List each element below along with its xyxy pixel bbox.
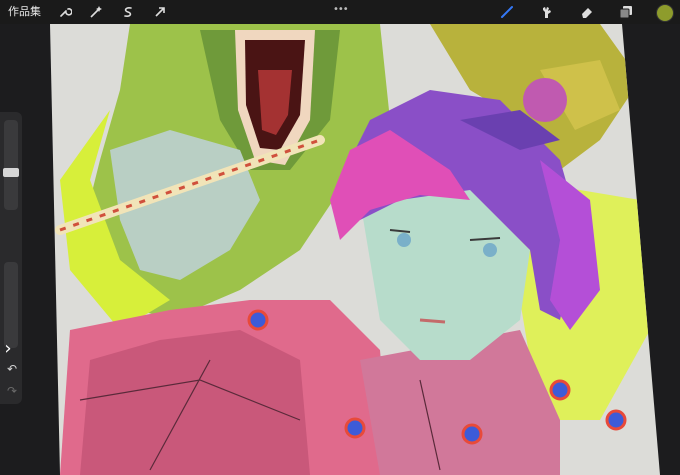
artwork-illustration bbox=[50, 24, 660, 475]
sidebar-toggle-icon[interactable]: › bbox=[0, 336, 16, 362]
transform-arrow-icon[interactable] bbox=[151, 3, 169, 21]
undo-icon[interactable]: ↶ bbox=[5, 362, 19, 376]
gallery-button[interactable]: 作品集 bbox=[8, 5, 41, 19]
brush-icon[interactable] bbox=[498, 3, 516, 21]
more-menu-icon[interactable]: ••• bbox=[333, 4, 349, 15]
magic-wand-icon[interactable] bbox=[87, 3, 105, 21]
redo-icon[interactable]: ↷ bbox=[5, 384, 19, 398]
smudge-icon[interactable] bbox=[538, 3, 556, 21]
brush-sidebar: › ↶ ↷ bbox=[0, 112, 22, 404]
layers-icon[interactable] bbox=[617, 3, 635, 21]
wrench-icon[interactable] bbox=[56, 3, 74, 21]
brush-size-slider[interactable] bbox=[4, 120, 18, 210]
selection-icon[interactable] bbox=[119, 3, 137, 21]
brush-size-knob[interactable] bbox=[3, 168, 19, 177]
eraser-icon[interactable] bbox=[578, 3, 596, 21]
drawing-canvas[interactable]: › ↶ ↷ bbox=[0, 24, 680, 475]
top-toolbar: 作品集 ••• bbox=[0, 0, 680, 24]
color-picker-swatch[interactable] bbox=[656, 4, 674, 22]
